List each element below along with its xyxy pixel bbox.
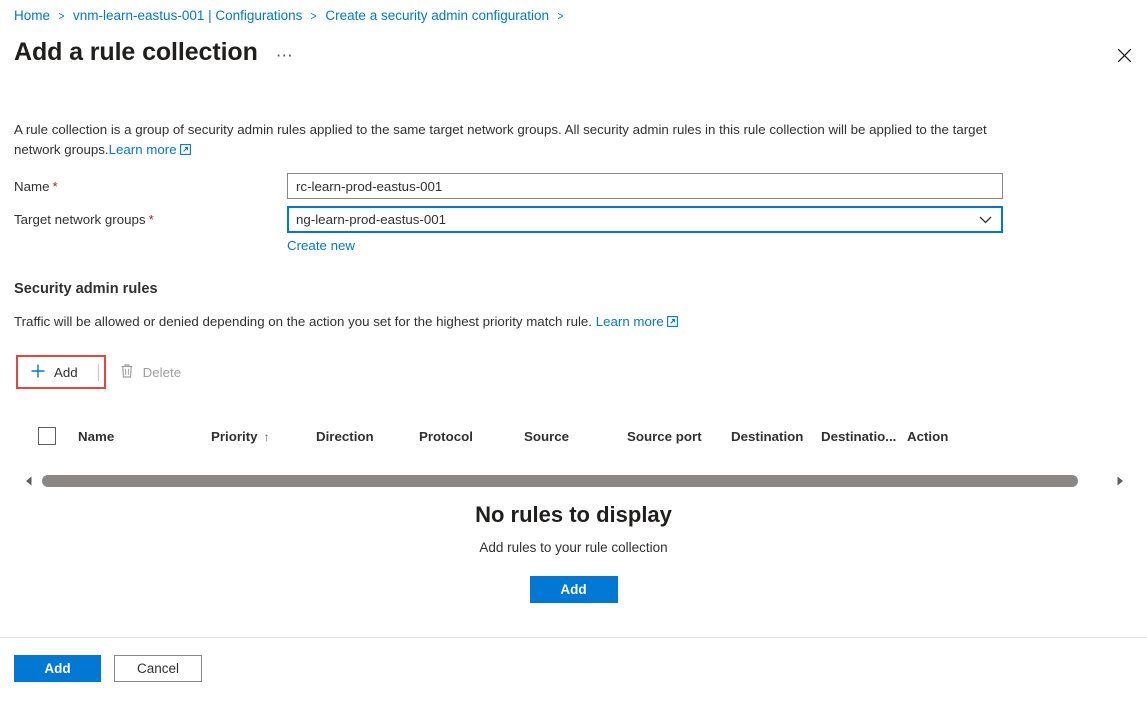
select-all-checkbox[interactable] xyxy=(38,427,56,445)
breadcrumb: Home > vnm-learn-eastus-001 | Configurat… xyxy=(14,7,572,25)
target-network-groups-value: ng-learn-prod-eastus-001 xyxy=(296,212,447,227)
learn-more-link-description[interactable]: Learn more xyxy=(109,142,191,157)
column-header-direction[interactable]: Direction xyxy=(316,429,419,444)
title-row: Add a rule collection ⋯ xyxy=(14,36,298,68)
column-header-priority[interactable]: Priority ↑ xyxy=(211,429,316,444)
security-admin-rules-heading: Security admin rules xyxy=(14,281,158,297)
create-new-link[interactable]: Create new xyxy=(287,238,355,253)
blade-description: A rule collection is a group of security… xyxy=(14,120,1009,160)
footer-cancel-button[interactable]: Cancel xyxy=(114,655,202,682)
rules-empty-state: No rules to display Add rules to your ru… xyxy=(0,500,1147,603)
breadcrumb-separator-icon: > xyxy=(557,9,564,23)
column-header-destination[interactable]: Destination xyxy=(731,429,821,444)
required-marker: * xyxy=(148,212,154,227)
subtext-label: Traffic will be allowed or denied depend… xyxy=(14,314,593,329)
chevron-down-icon xyxy=(979,216,1001,224)
delete-rule-label: Delete xyxy=(142,364,182,380)
table-horizontal-scrollbar[interactable] xyxy=(22,472,1127,490)
scroll-right-arrow-icon[interactable] xyxy=(1113,476,1127,486)
scroll-left-arrow-icon[interactable] xyxy=(22,476,36,486)
trash-icon xyxy=(119,363,135,382)
field-row-target-network-groups: Target network groups * ng-learn-prod-eas… xyxy=(14,206,1003,233)
external-link-icon xyxy=(666,316,678,327)
external-link-icon xyxy=(179,144,191,155)
close-icon xyxy=(1117,48,1131,62)
page-title: Add a rule collection xyxy=(14,38,258,66)
target-network-groups-label-text: Target network groups xyxy=(14,212,146,227)
scrollbar-thumb[interactable] xyxy=(42,475,1079,487)
add-rule-button[interactable]: Add xyxy=(20,357,88,387)
learn-more-link-rules[interactable]: Learn more xyxy=(596,314,678,329)
target-network-groups-label: Target network groups * xyxy=(14,206,287,231)
column-header-destination-port[interactable]: Destinatio... xyxy=(821,429,907,444)
more-options-icon[interactable]: ⋯ xyxy=(272,47,298,64)
scrollbar-track[interactable] xyxy=(36,475,1113,487)
add-rule-label: Add xyxy=(54,364,78,380)
plus-icon xyxy=(30,363,46,382)
breadcrumb-item-create-security-admin-configuration[interactable]: Create a security admin configuration xyxy=(325,7,549,25)
empty-state-add-button[interactable]: Add xyxy=(529,576,618,603)
field-row-name: Name * xyxy=(14,173,1003,199)
breadcrumb-separator-icon: > xyxy=(58,9,65,23)
breadcrumb-separator-icon: > xyxy=(310,9,317,23)
sort-ascending-icon: ↑ xyxy=(263,429,270,444)
name-input[interactable] xyxy=(287,173,1003,199)
required-marker: * xyxy=(52,179,58,194)
breadcrumb-item-home[interactable]: Home xyxy=(14,7,50,25)
footer-add-button[interactable]: Add xyxy=(14,655,101,682)
toolbar-divider xyxy=(97,363,99,381)
column-header-source[interactable]: Source xyxy=(524,429,627,444)
add-rule-collection-blade: Home > vnm-learn-eastus-001 | Configurat… xyxy=(0,0,1147,702)
column-header-action[interactable]: Action xyxy=(907,429,967,444)
name-label: Name * xyxy=(14,173,287,198)
empty-state-subtitle: Add rules to your rule collection xyxy=(479,540,668,555)
empty-state-title: No rules to display xyxy=(475,502,672,527)
column-header-name[interactable]: Name xyxy=(78,429,211,444)
learn-more-label: Learn more xyxy=(108,142,177,157)
learn-more-label: Learn more xyxy=(595,314,664,329)
rules-toolbar: Add Delete xyxy=(20,357,191,387)
breadcrumb-item-configurations[interactable]: vnm-learn-eastus-001 | Configurations xyxy=(73,7,302,25)
column-header-protocol[interactable]: Protocol xyxy=(419,429,524,444)
name-label-text: Name xyxy=(14,179,50,194)
close-button[interactable] xyxy=(1107,38,1141,72)
target-network-groups-select[interactable]: ng-learn-prod-eastus-001 xyxy=(287,206,1003,233)
column-header-priority-label: Priority xyxy=(211,428,258,444)
delete-rule-button: Delete xyxy=(109,357,191,387)
column-header-source-port[interactable]: Source port xyxy=(627,429,731,444)
blade-footer: Add Cancel xyxy=(0,637,1147,702)
rules-table-header: Name Priority ↑ Direction Protocol Source… xyxy=(20,418,1127,454)
security-admin-rules-subtext: Traffic will be allowed or denied depend… xyxy=(14,313,678,331)
